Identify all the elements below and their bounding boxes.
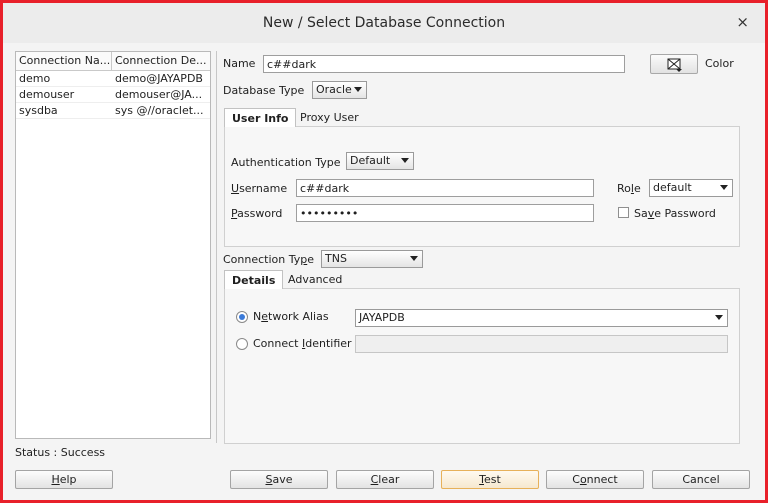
- connection-list-header: Connection Na... Connection De...: [16, 52, 210, 71]
- color-picker-icon: [667, 58, 682, 72]
- status-text: Status : Success: [15, 446, 106, 459]
- connect-identifier-label: Connect Identifier: [253, 337, 352, 350]
- role-label: Role: [617, 182, 641, 195]
- chevron-down-icon: [715, 315, 723, 320]
- connection-type-select[interactable]: TNS: [321, 250, 423, 268]
- test-button[interactable]: Test: [441, 470, 539, 489]
- column-header-connection-name[interactable]: Connection Na...: [16, 52, 112, 70]
- connection-name-cell: demouser: [19, 88, 75, 101]
- connection-name-cell: sysdba: [19, 104, 58, 117]
- connection-details-cell: demo@JAYAPDB: [115, 72, 203, 85]
- connect-identifier-radio[interactable]: [236, 338, 248, 350]
- network-alias-label: Network Alias: [253, 310, 329, 323]
- chevron-down-icon: [410, 256, 418, 261]
- name-input[interactable]: [263, 55, 625, 73]
- color-button[interactable]: [650, 54, 698, 74]
- color-label: Color: [705, 57, 734, 70]
- help-button[interactable]: Help: [15, 470, 113, 489]
- connection-type-value: TNS: [325, 252, 347, 265]
- role-value: default: [653, 181, 692, 194]
- table-row[interactable]: sysdba sys @//oraclet...: [16, 103, 210, 119]
- connection-list[interactable]: Connection Na... Connection De... demo d…: [15, 51, 211, 439]
- network-alias-value: JAYAPDB: [359, 311, 405, 324]
- table-row[interactable]: demo demo@JAYAPDB: [16, 71, 210, 87]
- dialog-title: New / Select Database Connection: [262, 15, 506, 31]
- close-icon[interactable]: ×: [736, 14, 749, 30]
- network-alias-radio[interactable]: [236, 311, 248, 323]
- connection-details-cell: sys @//oraclet...: [115, 104, 204, 117]
- username-label: Username: [231, 182, 288, 195]
- save-button[interactable]: Save: [230, 470, 328, 489]
- password-input[interactable]: [296, 204, 594, 222]
- tab-details[interactable]: Details: [224, 270, 284, 289]
- network-alias-select[interactable]: JAYAPDB: [355, 309, 728, 327]
- database-type-label: Database Type: [223, 84, 305, 97]
- role-select[interactable]: default: [649, 179, 733, 197]
- splitter[interactable]: [216, 51, 217, 443]
- authentication-type-select[interactable]: Default: [346, 152, 414, 170]
- chevron-down-icon: [354, 87, 362, 92]
- username-input[interactable]: [296, 179, 594, 197]
- name-label: Name: [223, 57, 256, 70]
- database-type-select[interactable]: Oracle: [312, 81, 367, 99]
- authentication-type-label: Authentication Type: [231, 156, 341, 169]
- chevron-down-icon: [720, 185, 728, 190]
- tab-advanced[interactable]: Advanced: [281, 270, 349, 289]
- cancel-button[interactable]: Cancel: [652, 470, 750, 489]
- chevron-down-icon: [401, 158, 409, 163]
- save-password-label: Save Password: [634, 207, 716, 220]
- connection-name-cell: demo: [19, 72, 51, 85]
- title-bar: New / Select Database Connection ×: [3, 3, 765, 43]
- column-header-connection-details[interactable]: Connection De...: [112, 52, 208, 70]
- clear-button[interactable]: Clear: [336, 470, 434, 489]
- connect-button[interactable]: Connect: [546, 470, 644, 489]
- save-password-checkbox[interactable]: [618, 207, 629, 218]
- tab-proxy-user[interactable]: Proxy User: [293, 108, 366, 127]
- tab-user-info[interactable]: User Info: [224, 108, 297, 127]
- connection-details-cell: demouser@JA...: [115, 88, 203, 101]
- connect-identifier-input[interactable]: [355, 335, 728, 353]
- authentication-type-value: Default: [350, 154, 391, 167]
- table-row[interactable]: demouser demouser@JA...: [16, 87, 210, 103]
- connection-type-label: Connection Type: [223, 253, 315, 266]
- password-label: Password: [231, 207, 283, 220]
- database-type-value: Oracle: [316, 83, 352, 96]
- dialog-window: New / Select Database Connection × Conne…: [0, 0, 768, 503]
